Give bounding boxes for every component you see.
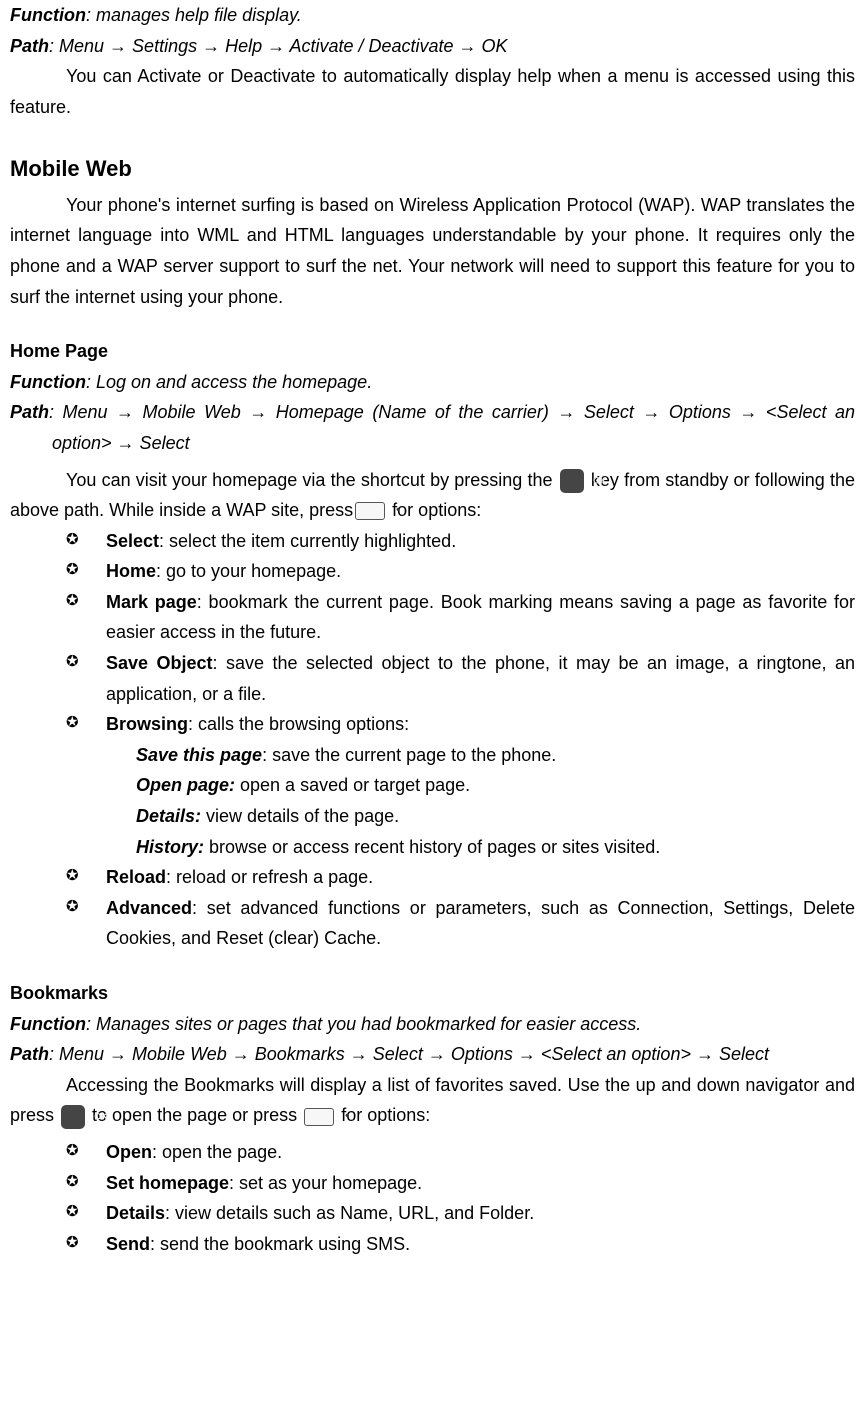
option-desc: : reload or refresh a page. [166,867,373,887]
mobile-web-body: Your phone's internet surfing is based o… [10,190,855,312]
option-name: Select [106,531,159,551]
sub-name: Open page: [136,775,235,795]
help-path-line: Path: Menu → Settings → Help → Activate … [10,31,855,62]
sub-desc: browse or access recent history of pages… [204,837,660,857]
heading-mobile-web: Mobile Web [10,150,855,187]
list-item: Details: view details such as Name, URL,… [10,1198,855,1229]
list-item: Reload: reload or refresh a page. [10,862,855,893]
option-name: Home [106,561,156,581]
label-function: Function [10,5,86,25]
ok-key-icon [61,1105,85,1129]
option-name: Set homepage [106,1173,229,1193]
browsing-sub-item: Save this page: save the current page to… [10,740,855,771]
label-path: Path [10,36,49,56]
option-desc: : select the item currently highlighted. [159,531,456,551]
list-item: Save Object: save the selected object to… [10,648,855,709]
list-item: Advanced: set advanced functions or para… [10,893,855,954]
homepage-body-before: You can visit your homepage via the shor… [66,470,558,490]
homepage-body: You can visit your homepage via the shor… [10,465,855,526]
help-function-text: : manages help file display. [86,5,302,25]
list-item: Mark page: bookmark the current page. Bo… [10,587,855,648]
bookmarks-options-list: Open: open the page. Set homepage: set a… [10,1137,855,1259]
option-desc: : set as your homepage. [229,1173,422,1193]
option-desc: : bookmark the current page. Book markin… [106,592,855,643]
option-name: Details [106,1203,165,1223]
list-item: Select: select the item currently highli… [10,526,855,557]
list-item: Set homepage: set as your homepage. [10,1168,855,1199]
bookmarks-function-text: : Manages sites or pages that you had bo… [86,1014,641,1034]
bookmarks-body: Accessing the Bookmarks will display a l… [10,1070,855,1131]
option-name: Save Object [106,653,213,673]
list-item: Send: send the bookmark using SMS. [10,1229,855,1260]
option-name: Open [106,1142,152,1162]
softkey-icon [355,502,385,520]
option-desc: : go to your homepage. [156,561,341,581]
help-path-text: : Menu → Settings → Help → Activate / De… [49,36,508,56]
bookmarks-path-text: : Menu → Mobile Web → Bookmarks → Select… [49,1044,769,1064]
heading-bookmarks: Bookmarks [10,978,855,1009]
sub-desc: : save the current page to the phone. [262,745,556,765]
option-name: Advanced [106,898,192,918]
list-item: Home: go to your homepage. [10,556,855,587]
browsing-sub-item: Open page: open a saved or target page. [10,770,855,801]
label-function: Function [10,1014,86,1034]
homepage-body-after: for options: [387,500,481,520]
sub-desc: view details of the page. [201,806,399,826]
sub-desc: open a saved or target page. [235,775,470,795]
sub-name: Details: [136,806,201,826]
help-function-line: Function: manages help file display. [10,0,855,31]
option-name: Reload [106,867,166,887]
list-item: Browsing: calls the browsing options: [10,709,855,740]
option-name: Browsing [106,714,188,734]
label-function: Function [10,372,86,392]
option-desc: : save the selected object to the phone,… [106,653,855,704]
option-desc: : calls the browsing options: [188,714,409,734]
sub-name: History: [136,837,204,857]
homepage-function-line: Function: Log on and access the homepage… [10,367,855,398]
list-item: Open: open the page. [10,1137,855,1168]
bookmarks-body-after: for options: [336,1105,430,1125]
ok-key-icon [560,469,584,493]
bookmarks-body-mid: to open the page or press [87,1105,302,1125]
homepage-path-line: Path: Menu → Mobile Web → Homepage (Name… [10,397,855,458]
option-desc: : set advanced functions or parameters, … [106,898,855,949]
browsing-sub-item: Details: view details of the page. [10,801,855,832]
homepage-function-text: : Log on and access the homepage. [86,372,372,392]
softkey-icon [304,1108,334,1126]
option-name: Send [106,1234,150,1254]
homepage-options-list-2: Reload: reload or refresh a page. Advanc… [10,862,855,954]
option-desc: : open the page. [152,1142,282,1162]
bookmarks-function-line: Function: Manages sites or pages that yo… [10,1009,855,1040]
bookmarks-path-line: Path: Menu → Mobile Web → Bookmarks → Se… [10,1039,855,1070]
homepage-path-text: : Menu → Mobile Web → Homepage (Name of … [49,402,855,453]
homepage-options-list: Select: select the item currently highli… [10,526,855,740]
sub-name: Save this page [136,745,262,765]
option-desc: : view details such as Name, URL, and Fo… [165,1203,534,1223]
option-desc: : send the bookmark using SMS. [150,1234,410,1254]
label-path: Path [10,402,49,422]
option-name: Mark page [106,592,197,612]
help-body: You can Activate or Deactivate to automa… [10,61,855,122]
label-path: Path [10,1044,49,1064]
heading-home-page: Home Page [10,336,855,367]
browsing-sub-item: History: browse or access recent history… [10,832,855,863]
